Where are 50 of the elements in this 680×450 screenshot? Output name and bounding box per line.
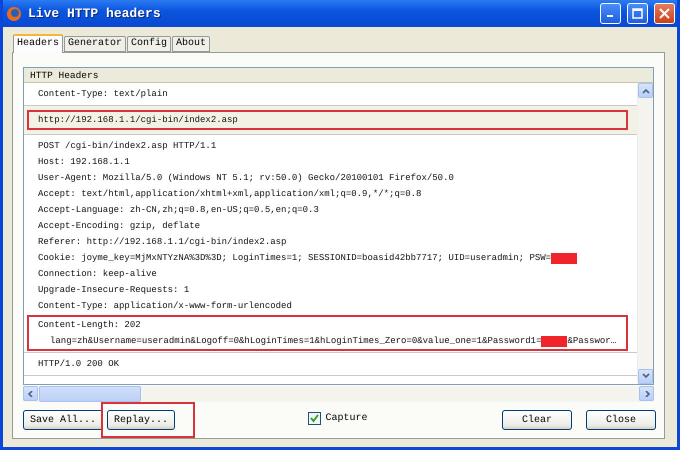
header-line: Accept: text/html,application/xhtml+xml,application/xml;q=0.9,*/*;q=0.8 [38,188,422,201]
checkbox-label: Capture [326,412,368,424]
scroll-down-button[interactable] [638,368,653,384]
close-button[interactable] [654,3,675,24]
list-entry[interactable]: http://192.168.1.1/cgi-bin/index2.asp [24,106,637,135]
header-line: Content-Type: application/x-www-form-urlencoded [38,300,292,313]
header-line: Cookie: joyme_key=MjMxNTYzNA%3D%3D; LoginTimes=1; SESSIONID=boasid42bb7717; UID=useradmin; PSW= [38,252,552,265]
header-line: Connection: keep-alive [38,268,157,281]
redaction-block [551,252,578,264]
header-line: lang=zh&Username=useradmin&Logoff=0&hLoginTimes=1&hLoginTimes_Zero=0&value_one=1&Password1= [50,335,542,348]
header-line: HTTP/1.0 200 OK [38,358,120,371]
header-line: http://192.168.1.1/cgi-bin/index2.asp [38,114,238,127]
scrollbar-thumb[interactable] [39,386,141,402]
scroll-up-button[interactable] [638,83,653,98]
tab[interactable]: Headers [13,34,64,53]
header-line: Host: 192.168.1.1 [38,156,130,169]
close-icon [659,8,670,19]
minimize-button[interactable] [600,3,621,24]
column-header: HTTP Headers [24,68,653,83]
chevron-right-icon [642,390,650,396]
chevron-down-icon [642,373,650,379]
header-line: User-Agent: Mozilla/5.0 (Windows NT 5.1; rv:50.0) Gecko/20100101 Firefox/50.0 [38,172,454,185]
horizontal-scrollbar[interactable] [23,386,654,402]
vertical-scrollbar[interactable] [637,83,653,384]
header-line: Content-Length: 202 [38,319,141,332]
tab[interactable]: Config [127,36,172,52]
header-line: &Passwor… [567,335,616,348]
tab[interactable]: About [172,36,210,52]
header-line: Content-Type: text/plain [38,88,168,101]
dialog-button[interactable]: Clear [502,410,572,430]
chevron-left-icon [26,390,34,396]
scroll-left-button[interactable] [23,386,38,401]
redaction-block [541,336,568,346]
header-line: Referer: http://192.168.1.1/cgi-bin/index2.asp [38,236,286,249]
scroll-right-button[interactable] [639,386,654,401]
tab[interactable]: Generator [64,36,126,52]
globe-icon [6,6,22,22]
maximize-button[interactable] [627,3,648,24]
header-line: POST /cgi-bin/index2.asp HTTP/1.1 [38,140,216,153]
header-line: Accept-Language: zh-CN,zh;q=0.8,en-US;q=0.5,en;q=0.3 [38,204,319,217]
dialog-button[interactable]: Replay... [107,410,176,430]
header-line: Accept-Encoding: gzip, deflate [38,220,200,233]
window-title: Live HTTP headers [28,6,162,21]
maximize-icon [632,8,643,19]
dialog-button[interactable]: Save All... [23,410,104,430]
dialog-button[interactable]: Close [586,410,656,430]
header-line: Upgrade-Insecure-Requests: 1 [38,284,190,297]
capture-checkbox[interactable] [308,412,320,425]
chevron-up-icon [642,88,650,94]
checkmark-icon [310,414,318,423]
